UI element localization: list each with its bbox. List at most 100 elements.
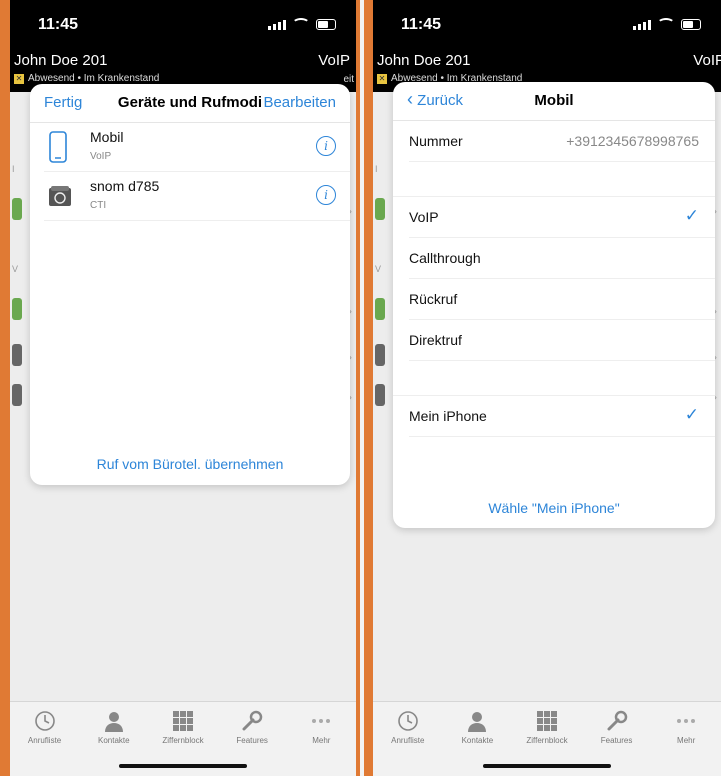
mode-option-rueckruf[interactable]: Rückruf <box>409 279 715 320</box>
background-status-marker <box>12 344 22 366</box>
screen-devices: 11:45 John Doe 201 VoIP ✕ Abwesend • Im … <box>0 0 360 776</box>
popover-title: Mobil <box>534 92 574 109</box>
background-status-marker <box>12 298 22 320</box>
section-gap <box>393 162 715 197</box>
mobile-phone-icon <box>49 131 67 163</box>
presence-status[interactable]: ✕ Abwesend • Im Krankenstand <box>14 73 159 84</box>
edit-button[interactable]: Bearbeiten <box>263 94 336 111</box>
tab-label: Mehr <box>312 736 331 745</box>
option-label: Mein iPhone <box>409 408 487 424</box>
desk-phone-icon <box>49 186 71 206</box>
tab-bar: Anrufliste Kontakte Ziffernblock Feature… <box>10 701 356 776</box>
device-name: snom d785 <box>90 178 160 194</box>
mode-option-direktruf[interactable]: Direktruf <box>409 320 715 361</box>
info-icon[interactable]: i <box>316 185 336 205</box>
wifi-icon <box>292 18 310 30</box>
wrench-icon <box>242 710 263 731</box>
tab-ziffernblock[interactable]: Ziffernblock <box>516 708 578 745</box>
call-mode[interactable]: VoIP <box>318 52 350 69</box>
popover-nav: Fertig Geräte und Rufmodi Bearbeiten <box>30 84 350 123</box>
more-dots-icon <box>677 719 696 723</box>
tab-label: Ziffernblock <box>526 736 568 745</box>
tab-mehr[interactable]: Mehr <box>655 708 717 745</box>
device-type: CTI <box>90 200 107 211</box>
mode-option-callthrough[interactable]: Callthrough <box>409 238 715 279</box>
battery-icon <box>681 19 701 30</box>
device-name: Mobil <box>90 129 124 145</box>
number-row: Nummer +3912345678998765 <box>409 121 715 162</box>
tab-kontakte[interactable]: Kontakte <box>83 708 145 745</box>
mobil-popover: ‹ Zurück Mobil Nummer +3912345678998765 … <box>393 82 715 528</box>
background-status-marker <box>12 198 22 220</box>
background-section-mark: I <box>375 164 378 174</box>
option-label: VoIP <box>409 209 439 225</box>
absent-icon: ✕ <box>14 73 24 84</box>
tab-features[interactable]: Features <box>221 708 283 745</box>
info-icon[interactable]: i <box>316 136 336 156</box>
option-label: Direktruf <box>409 332 462 348</box>
clock-icon <box>397 711 418 731</box>
tab-anrufliste[interactable]: Anrufliste <box>377 708 439 745</box>
system-icons <box>268 18 336 30</box>
background-status-marker <box>375 344 385 366</box>
background-status-marker <box>375 298 385 320</box>
tab-label: Features <box>236 736 268 745</box>
section-gap <box>393 361 715 396</box>
tab-mehr[interactable]: Mehr <box>290 708 352 745</box>
tab-bar: Anrufliste Kontakte Ziffernblock Feature… <box>373 701 721 776</box>
system-icons <box>633 18 701 30</box>
clock-time: 11:45 <box>38 16 79 33</box>
tab-label: Kontakte <box>461 736 494 745</box>
home-indicator[interactable] <box>483 764 611 768</box>
option-label: Callthrough <box>409 250 481 266</box>
home-indicator[interactable] <box>119 764 247 768</box>
device-row-snom[interactable]: snom d785 CTI i <box>44 172 350 221</box>
number-value: +3912345678998765 <box>566 133 699 149</box>
device-row-mobil[interactable]: Mobil VoIP i <box>44 123 350 172</box>
tab-label: Anrufliste <box>27 736 62 745</box>
background-section-mark: V <box>375 264 382 274</box>
status-bar: 11:45 <box>373 0 721 46</box>
background-status-marker <box>375 198 385 220</box>
popover-nav: ‹ Zurück Mobil <box>393 82 715 121</box>
more-dots-icon <box>312 719 331 723</box>
background-section-mark: V <box>12 264 19 274</box>
tab-features[interactable]: Features <box>586 708 648 745</box>
keypad-icon <box>172 711 193 731</box>
clock-icon <box>34 711 55 731</box>
person-icon <box>468 712 487 732</box>
signal-icon <box>633 20 651 30</box>
user-name: John Doe 201 <box>377 52 471 69</box>
presence-text: Abwesend • Im Krankenstand <box>28 73 160 84</box>
background-status-marker <box>375 384 385 406</box>
absent-icon: ✕ <box>377 73 387 84</box>
number-label: Nummer <box>409 133 463 149</box>
tab-label: Mehr <box>677 736 696 745</box>
status-bar: 11:45 <box>10 0 356 46</box>
background-section-mark: I <box>12 164 15 174</box>
signal-icon <box>268 20 286 30</box>
tab-anrufliste[interactable]: Anrufliste <box>14 708 76 745</box>
battery-icon <box>316 19 336 30</box>
wrench-icon <box>607 710 627 731</box>
call-mode[interactable]: VoIP <box>693 52 721 69</box>
tab-ziffernblock[interactable]: Ziffernblock <box>152 708 214 745</box>
device-option-mein-iphone[interactable]: Mein iPhone ✓ <box>409 396 715 437</box>
take-call-button[interactable]: Ruf vom Bürotel. übernehmen <box>30 456 350 472</box>
tab-label: Anrufliste <box>391 736 425 745</box>
tab-label: Kontakte <box>97 736 130 745</box>
clock-time: 11:45 <box>401 16 442 33</box>
checkmark-icon: ✓ <box>684 206 699 225</box>
wifi-icon <box>657 18 675 30</box>
mode-option-voip[interactable]: VoIP ✓ <box>409 197 715 238</box>
choose-iphone-button[interactable]: Wähle "Mein iPhone" <box>393 500 715 516</box>
person-icon <box>104 712 123 732</box>
tab-label: Ziffernblock <box>162 736 204 745</box>
screen-mobil-modes: 11:45 John Doe 201 VoIP ✕ Abwesend • Im … <box>364 0 721 776</box>
tab-kontakte[interactable]: Kontakte <box>446 708 508 745</box>
keypad-icon <box>536 711 557 731</box>
background-status-marker <box>12 384 22 406</box>
tab-label: Features <box>600 736 633 745</box>
option-label: Rückruf <box>409 291 458 307</box>
device-type: VoIP <box>90 151 112 162</box>
